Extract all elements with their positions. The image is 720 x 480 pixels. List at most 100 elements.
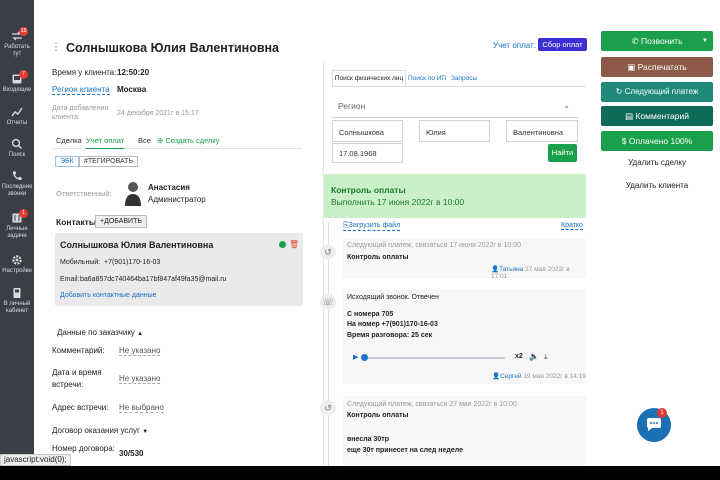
payment-control-title: Контроль оплаты — [331, 185, 406, 195]
customer-data-toggle[interactable]: Данные по заказчику ▲ — [57, 328, 143, 337]
comment-button[interactable]: ▤ Комментарий — [601, 106, 713, 126]
first-name-input[interactable]: Юлия — [419, 120, 490, 142]
drag-handle-icon[interactable]: ⋮ — [51, 42, 61, 53]
add-contact-data-link[interactable]: Добавить контактные данные — [60, 292, 157, 299]
region-value: Москва — [117, 85, 147, 94]
region-select[interactable]: Регион ⌄ — [332, 94, 578, 118]
sidebar-item-cabinet[interactable]: В личный кабинет — [0, 287, 34, 315]
entry-head: Следующий платеж, связаться 17 июня 2022… — [347, 242, 522, 249]
print-button[interactable]: ▣ Распечатать — [601, 57, 713, 77]
responsible-role: Администратор — [148, 195, 206, 204]
birthdate-input[interactable]: 17.08.1968 — [332, 143, 403, 163]
cabinet-icon — [13, 288, 21, 298]
status-bar: javascript:void(0); — [0, 454, 71, 466]
delete-contact-icon[interactable]: 🗑 — [289, 240, 299, 249]
delete-deal-link[interactable]: Удалить сделку — [601, 158, 713, 167]
collect-payments-button[interactable]: Сбор оплат — [538, 38, 587, 51]
edit-pencil-icon[interactable]: ✎ — [232, 42, 240, 53]
caret-up-icon: ▲ — [137, 331, 144, 337]
phone-icon: ✆ — [631, 36, 641, 46]
brief-link[interactable]: Кратко — [561, 222, 583, 230]
patronymic-input[interactable]: Валентиновна — [506, 120, 578, 142]
mobile-value[interactable]: +7(901)170-16-03 — [104, 259, 160, 266]
paid-button[interactable]: $ Оплачено 100% — [601, 131, 713, 151]
sidebar-item-tasks[interactable]: 1 Личные задачи — [0, 209, 34, 240]
find-button[interactable]: Найти — [548, 144, 577, 162]
sidebar-item-recent-calls[interactable]: Последние звонки — [0, 170, 34, 198]
contract-toggle[interactable]: Договор оказания услуг ▼ — [52, 426, 148, 435]
entry-body: Контроль оплаты — [347, 254, 409, 261]
added-value: 24 декабря 2021г в 15:17 — [117, 110, 199, 117]
call-button[interactable]: ✆ Позвонить ▼ — [601, 31, 713, 51]
sidebar-badge: 7 — [19, 70, 28, 79]
timeline-entry: Следующий платеж, связаться 27 мая 2022г… — [343, 396, 586, 466]
payment-control-subtitle: Выполнить 17 июня 2022г в 10:00 — [331, 197, 465, 207]
email-value[interactable]: ba6a857dc740464ba17bf847af49fa35@mail.ru — [80, 276, 226, 283]
tab-ip-search[interactable]: Поиск по ИП — [408, 75, 446, 82]
tag-button[interactable]: #ТЕГИРОВАТЬ — [79, 156, 139, 167]
meeting-date-value[interactable]: Не указано — [119, 374, 161, 384]
comment-icon: ▤ — [625, 111, 636, 121]
email-label: Email: — [60, 276, 80, 283]
sidebar-item-inbox[interactable]: 7 Входящие — [0, 70, 34, 94]
mobile-label: Мобильный: — [60, 259, 101, 266]
sidebar-item-reports[interactable]: Отчеты — [0, 106, 34, 127]
chevron-down-icon: ⌄ — [563, 101, 570, 110]
sidebar-item-search[interactable]: Поиск — [0, 138, 34, 159]
sidebar-badge: 18 — [19, 27, 28, 36]
audio-scrubber[interactable] — [361, 354, 368, 361]
comment-value[interactable]: Не указано — [119, 346, 161, 356]
tab-divider — [332, 86, 586, 87]
download-icon[interactable]: ⤓ — [544, 352, 548, 362]
surname-input[interactable]: Солнышкова — [332, 120, 403, 142]
time-value: 12:50:20 — [117, 68, 150, 77]
tab-person-search[interactable]: Поиск физических лиц — [332, 70, 406, 86]
entry-head: Следующий платеж, связаться 27 мая 2022г… — [347, 401, 517, 408]
chart-icon — [11, 107, 23, 117]
comment-label: Комментарий: — [52, 346, 105, 355]
meeting-address-value[interactable]: Не выбрано — [119, 403, 164, 413]
entry-line: внесла 30тр — [347, 436, 389, 443]
volume-icon[interactable]: 🔈 — [529, 352, 539, 361]
upload-file-link[interactable]: ⎘Загрузить файл — [343, 222, 401, 231]
add-contact-button[interactable]: +ДОБАВИТЬ — [95, 215, 147, 228]
refresh-icon: ↻ — [615, 87, 625, 96]
meeting-date-label: Дата и время встречи: — [52, 368, 102, 389]
tag-ebk[interactable]: ЭБК — [55, 156, 79, 167]
edit-contact-icon[interactable] — [279, 241, 286, 248]
phone-icon — [12, 171, 22, 181]
entry-line: Время разговора: 25 сек — [347, 332, 433, 339]
tab-all[interactable]: Все — [138, 136, 151, 145]
caret-down-icon: ▼ — [702, 38, 708, 44]
next-payment-button[interactable]: ↻ Следующий платеж — [601, 82, 713, 102]
entry-line: С номера 705 — [347, 311, 394, 318]
meeting-address-label: Адрес встречи: — [52, 403, 109, 412]
time-label: Время у клиента: — [52, 68, 117, 77]
sidebar-item-work[interactable]: 18 Работать тут — [0, 27, 34, 58]
left-sidebar: 18 Работать тут 7 Входящие Отчеты Поиск … — [0, 0, 34, 466]
entry-author: 👤Татьяна 27 мая 2022г в 17:01 — [491, 266, 570, 280]
play-icon[interactable]: ▶ — [353, 353, 358, 361]
delete-client-link[interactable]: Удалить клиента — [601, 181, 713, 190]
chat-icon — [646, 418, 661, 431]
timeline-entry: Следующий платеж, связаться 17 июня 2022… — [343, 238, 586, 280]
tab-requests[interactable]: Запросы — [451, 75, 477, 82]
contract-number-value: 30/530 — [119, 449, 144, 458]
tab-accounting[interactable]: Учет оплат — [86, 136, 125, 149]
client-name-title: Солнышкова Юлия Валентиновна — [66, 41, 280, 55]
create-deal-link[interactable]: ⊕ Создать сделку — [157, 136, 220, 145]
entry-body: Контроль оплаты — [347, 412, 409, 419]
user-icon: 👤 — [491, 266, 500, 273]
sidebar-item-settings[interactable]: Настройки — [0, 254, 34, 275]
tab-deal[interactable]: Сделка — [56, 136, 82, 145]
caret-down-icon: ▼ — [142, 429, 149, 435]
contacts-title: Контакты — [56, 217, 97, 227]
accounting-link[interactable]: Учет оплат: — [493, 41, 536, 50]
region-link[interactable]: Регион клиента — [52, 85, 110, 95]
callback-icon: ↺ — [320, 400, 336, 416]
audio-progress-bar[interactable] — [363, 357, 505, 359]
speed-button[interactable]: x2 — [515, 353, 523, 360]
entry-author: 👤Сергей 19 мая 2022г в 14:19 — [492, 373, 586, 380]
search-icon — [11, 138, 23, 150]
timeline-entry: Исходящий звонок. Отвечен С номера 705 Н… — [343, 289, 586, 384]
